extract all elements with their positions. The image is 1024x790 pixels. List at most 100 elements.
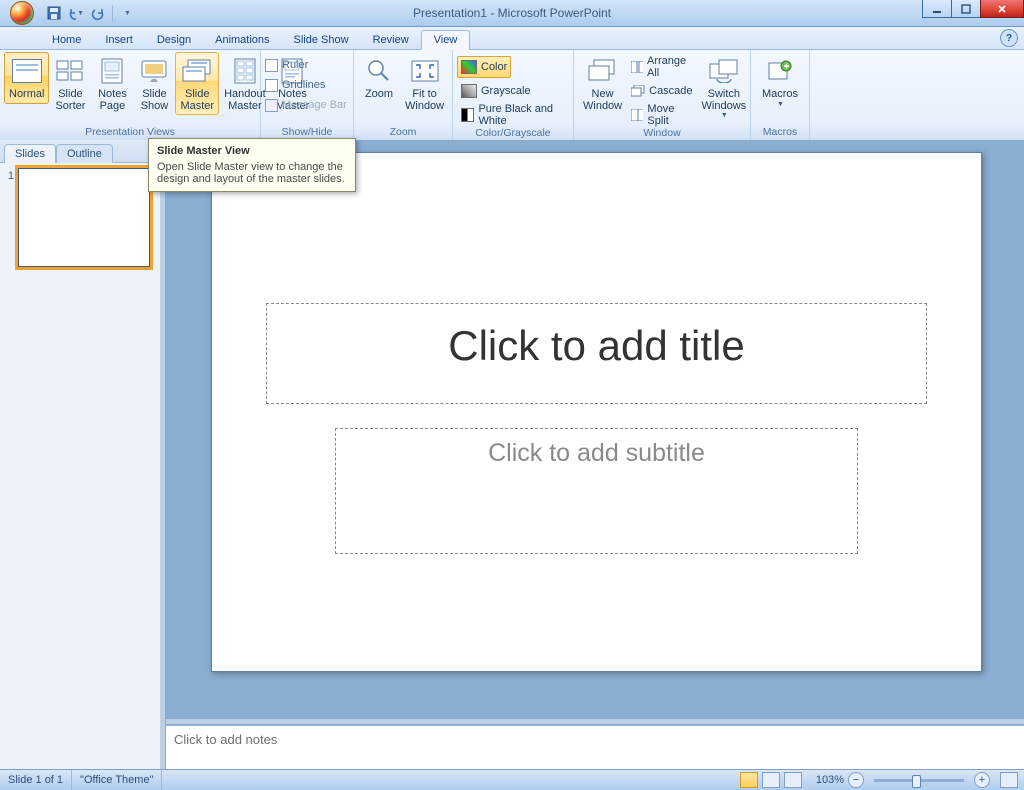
- slide-thumbnail[interactable]: [18, 168, 150, 267]
- save-icon[interactable]: [46, 5, 62, 21]
- macros-icon: [764, 55, 796, 87]
- slide-sorter-label: Slide Sorter: [55, 89, 85, 112]
- slide-canvas[interactable]: Click to add title Click to add subtitle: [211, 152, 982, 672]
- move-split-icon: [631, 109, 643, 121]
- slide-sorter-shortcut[interactable]: [762, 772, 780, 788]
- slide-sorter-button[interactable]: Slide Sorter: [49, 52, 91, 115]
- slide-sorter-icon: [54, 55, 86, 87]
- bw-swatch-icon: [461, 108, 474, 122]
- tab-review[interactable]: Review: [361, 31, 421, 49]
- qat-customize-icon[interactable]: ▼: [119, 5, 135, 21]
- grayscale-swatch-icon: [461, 84, 477, 98]
- ruler-label: Ruler: [282, 59, 308, 71]
- subtitle-placeholder[interactable]: Click to add subtitle: [335, 428, 858, 554]
- dropdown-arrow-icon: ▼: [77, 10, 84, 17]
- tooltip-slide-master: Slide Master View Open Slide Master view…: [148, 138, 356, 192]
- notes-splitter[interactable]: [166, 718, 1024, 725]
- grayscale-button[interactable]: Grayscale: [457, 80, 535, 102]
- notes-pane[interactable]: Click to add notes: [166, 725, 1024, 770]
- new-window-label: New Window: [583, 89, 622, 112]
- tooltip-title: Slide Master View: [157, 145, 347, 157]
- zoom-button[interactable]: Zoom: [358, 52, 400, 104]
- group-presentation-views: Normal Slide Sorter Notes Page Slide Sho…: [0, 50, 261, 140]
- macros-label: Macros: [762, 89, 798, 101]
- gridlines-checkbox[interactable]: Gridlines: [265, 76, 325, 94]
- cascade-label: Cascade: [649, 85, 692, 97]
- quick-access-toolbar: ▼ ▼: [46, 5, 135, 21]
- tab-slide-show[interactable]: Slide Show: [282, 31, 361, 49]
- slide-show-icon: [138, 55, 170, 87]
- switch-windows-button[interactable]: Switch Windows▼: [697, 52, 752, 122]
- tab-animations[interactable]: Animations: [203, 31, 281, 49]
- title-placeholder[interactable]: Click to add title: [266, 303, 927, 403]
- group-label-macros: Macros: [755, 125, 805, 140]
- slide-stage[interactable]: Click to add title Click to add subtitle: [166, 140, 1024, 718]
- tab-design[interactable]: Design: [145, 31, 203, 49]
- normal-view-label: Normal: [9, 89, 44, 101]
- move-split-button[interactable]: Move Split: [627, 104, 696, 126]
- status-slide-indicator[interactable]: Slide 1 of 1: [0, 770, 72, 790]
- outline-tab[interactable]: Outline: [56, 144, 113, 163]
- ruler-checkbox[interactable]: Ruler: [265, 56, 308, 74]
- checkbox-icon: [265, 59, 278, 72]
- ribbon-tabs: Home Insert Design Animations Slide Show…: [0, 27, 1024, 50]
- group-label-zoom: Zoom: [358, 125, 448, 140]
- maximize-button[interactable]: [951, 0, 981, 18]
- thumbnails-area[interactable]: 1: [0, 162, 160, 770]
- color-button[interactable]: Color: [457, 56, 511, 78]
- notes-page-label: Notes Page: [98, 89, 127, 112]
- workspace: Slides Outline 1 Click to add title Clic…: [0, 140, 1024, 770]
- checkbox-icon: [265, 99, 278, 112]
- color-swatch-icon: [461, 60, 477, 74]
- cascade-icon: [631, 85, 645, 97]
- slide-show-button[interactable]: Slide Show: [133, 52, 175, 115]
- notes-page-button[interactable]: Notes Page: [91, 52, 133, 115]
- slides-tab[interactable]: Slides: [4, 144, 56, 163]
- main-column: Click to add title Click to add subtitle…: [166, 140, 1024, 770]
- status-theme[interactable]: "Office Theme": [72, 770, 162, 790]
- slide-show-shortcut[interactable]: [784, 772, 802, 788]
- color-label: Color: [481, 61, 507, 73]
- office-orb-icon: [10, 1, 34, 25]
- group-color-grayscale: Color Grayscale Pure Black and White Col…: [453, 50, 574, 140]
- normal-view-button[interactable]: Normal: [4, 52, 49, 104]
- group-zoom: Zoom Fit to Window Zoom: [354, 50, 453, 140]
- zoom-out-button[interactable]: −: [848, 772, 864, 788]
- minimize-button[interactable]: [922, 0, 952, 18]
- fit-to-window-icon: [409, 55, 441, 87]
- zoom-slider[interactable]: [874, 779, 964, 782]
- move-split-label: Move Split: [647, 103, 692, 127]
- pure-bw-button[interactable]: Pure Black and White: [457, 104, 569, 126]
- cascade-button[interactable]: Cascade: [627, 80, 696, 102]
- fit-to-window-shortcut[interactable]: [1000, 772, 1018, 788]
- slide-master-button[interactable]: Slide Master: [175, 52, 219, 115]
- group-macros: Macros▼ Macros: [751, 50, 810, 140]
- status-bar: Slide 1 of 1 "Office Theme" 103% − +: [0, 769, 1024, 790]
- tab-home[interactable]: Home: [40, 31, 93, 49]
- panel-tabs: Slides Outline: [0, 140, 160, 163]
- group-window: New Window Arrange All Cascade Move Spli…: [574, 50, 751, 140]
- tab-insert[interactable]: Insert: [93, 31, 145, 49]
- close-button[interactable]: [980, 0, 1024, 18]
- dropdown-arrow-icon: ▼: [777, 101, 784, 108]
- fit-to-window-button[interactable]: Fit to Window: [400, 52, 449, 115]
- group-show-hide: Ruler Gridlines Message Bar Show/Hide: [261, 50, 354, 140]
- new-window-button[interactable]: New Window: [578, 52, 627, 115]
- slide-thumbnail-row: 1: [4, 168, 156, 267]
- macros-button[interactable]: Macros▼: [755, 52, 805, 111]
- switch-windows-label: Switch Windows: [702, 89, 747, 112]
- tab-view[interactable]: View: [421, 30, 471, 50]
- zoom-slider-knob[interactable]: [912, 775, 921, 788]
- zoom-in-button[interactable]: +: [974, 772, 990, 788]
- grayscale-label: Grayscale: [481, 85, 531, 97]
- arrange-all-button[interactable]: Arrange All: [627, 56, 696, 78]
- help-button[interactable]: ?: [1000, 29, 1018, 47]
- undo-icon[interactable]: ▼: [68, 5, 84, 21]
- title-bar: ▼ ▼ Presentation1 - Microsoft PowerPoint: [0, 0, 1024, 27]
- normal-view-shortcut[interactable]: [740, 772, 758, 788]
- redo-icon[interactable]: [90, 5, 106, 21]
- zoom-percent[interactable]: 103%: [816, 774, 844, 786]
- slide-number: 1: [4, 168, 14, 267]
- slide-master-icon: [181, 55, 213, 87]
- office-button[interactable]: [4, 1, 40, 25]
